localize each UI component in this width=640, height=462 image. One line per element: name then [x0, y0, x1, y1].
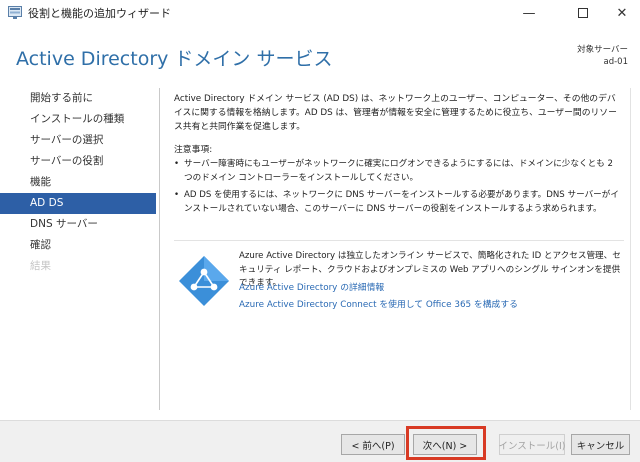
nav-item-server-roles[interactable]: サーバーの役割 [0, 151, 156, 172]
nav-item-before-you-begin[interactable]: 開始する前に [0, 88, 156, 109]
notes-heading: 注意事項: [174, 145, 213, 155]
previous-button[interactable]: < 前へ(P) [341, 434, 405, 455]
scrollbar-track[interactable] [630, 88, 631, 410]
nav-item-features[interactable]: 機能 [0, 172, 156, 193]
content-panel [159, 88, 631, 410]
close-button[interactable]: ✕ [604, 0, 640, 26]
nav-item-dns-server[interactable]: DNS サーバー [0, 214, 156, 235]
page-title: Active Directory ドメイン サービス [16, 48, 333, 70]
next-button-highlight [406, 426, 486, 460]
note-item-domain-controllers: サーバー障害時にもユーザーがネットワークに確実にログオンできるようにするには、ド… [174, 158, 624, 185]
target-server-label: 対象サーバー [577, 45, 628, 55]
nav-item-confirmation[interactable]: 確認 [0, 235, 156, 256]
notes-list: サーバー障害時にもユーザーがネットワークに確実にログオンできるようにするには、ド… [174, 158, 624, 220]
nav-item-results: 結果 [30, 260, 51, 272]
minimize-icon: — [522, 5, 536, 21]
title-bar: 役割と機能の追加ウィザード — ✕ [0, 0, 640, 26]
target-server-info: 対象サーバー ad-01 [577, 44, 628, 68]
nav-item-ad-ds[interactable]: AD DS [0, 193, 156, 214]
maximize-icon [578, 8, 588, 18]
nav-item-server-selection[interactable]: サーバーの選択 [0, 130, 156, 151]
azure-ad-icon [179, 256, 229, 306]
wizard-nav: 開始する前に インストールの種類 サーバーの選択 サーバーの役割 機能 AD D… [0, 88, 156, 277]
close-icon: ✕ [616, 5, 628, 21]
ad-ds-description: Active Directory ドメイン サービス (AD DS) は、ネット… [174, 94, 617, 132]
azure-ad-details-link[interactable]: Azure Active Directory の詳細情報 [239, 280, 384, 293]
server-manager-icon [8, 6, 22, 19]
install-button: インストール(I) [498, 434, 566, 455]
section-divider [174, 240, 624, 241]
maximize-button[interactable] [560, 0, 606, 26]
target-server-name: ad-01 [603, 57, 629, 67]
window-title: 役割と機能の追加ウィザード [28, 7, 171, 20]
note-item-dns-server: AD DS を使用するには、ネットワークに DNS サーバーをインストールする必… [174, 189, 624, 216]
nav-item-installation-type[interactable]: インストールの種類 [0, 109, 156, 130]
minimize-button[interactable]: — [506, 0, 552, 26]
cancel-button[interactable]: キャンセル [571, 434, 630, 455]
azure-ad-connect-link[interactable]: Azure Active Directory Connect を使用して Off… [239, 297, 518, 310]
